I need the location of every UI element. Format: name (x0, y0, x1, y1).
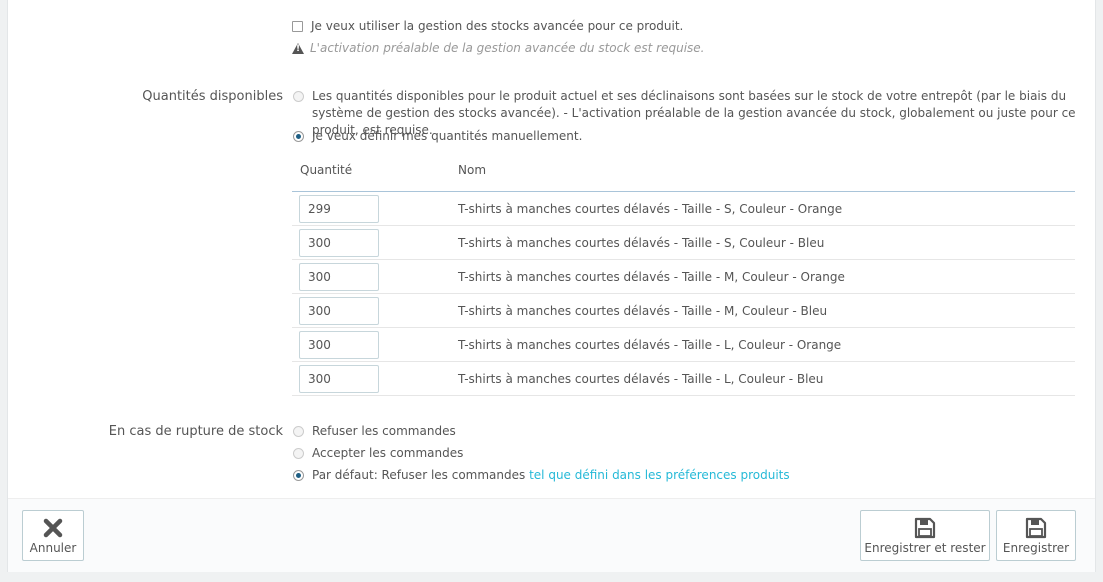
combination-name: T-shirts à manches courtes délavés - Tai… (458, 236, 825, 250)
combination-name: T-shirts à manches courtes délavés - Tai… (458, 202, 843, 216)
radio-refuse-row[interactable]: Refuser les commandes (293, 423, 456, 440)
panel-footer: Annuler Enregistrer et rester Enregistre… (8, 498, 1095, 572)
out-of-stock-label: En cas de rupture de stock (108, 424, 283, 439)
table-row: T-shirts à manches courtes délavés - Tai… (292, 328, 1075, 362)
floppy-disk-icon (914, 517, 936, 539)
cancel-label: Annuler (29, 541, 77, 555)
table-row: T-shirts à manches courtes délavés - Tai… (292, 294, 1075, 328)
col-name: Nom (458, 163, 487, 177)
radio-manual-row[interactable]: Je veux définir mes quantités manuelleme… (293, 128, 582, 145)
radio-accept[interactable] (293, 448, 304, 459)
combination-name: T-shirts à manches courtes délavés - Tai… (458, 304, 828, 318)
save-label: Enregistrer (1002, 541, 1070, 555)
advanced-stock-warning-text: L'activation préalable de la gestion ava… (310, 41, 705, 55)
table-row: T-shirts à manches courtes délavés - Tai… (292, 192, 1075, 226)
col-quantity: Quantité (300, 163, 353, 177)
available-quantities-label: Quantités disponibles (142, 89, 283, 104)
quantity-input[interactable] (299, 365, 379, 393)
radio-warehouse[interactable] (293, 91, 304, 102)
radio-manual[interactable] (293, 131, 304, 142)
radio-refuse[interactable] (293, 426, 304, 437)
radio-default-text: Par défaut: Refuser les commandes tel qu… (312, 467, 790, 484)
save-and-stay-button[interactable]: Enregistrer et rester (860, 510, 990, 561)
product-preferences-link[interactable]: tel que défini dans les préférences prod… (529, 468, 790, 482)
radio-refuse-label: Refuser les commandes (312, 424, 456, 438)
table-row: T-shirts à manches courtes délavés - Tai… (292, 260, 1075, 294)
save-and-stay-label: Enregistrer et rester (864, 541, 986, 555)
advanced-stock-row[interactable]: Je veux utiliser la gestion des stocks a… (292, 19, 683, 33)
floppy-disk-icon (1025, 517, 1047, 539)
product-quantities-panel: Je veux utiliser la gestion des stocks a… (7, 0, 1096, 572)
combination-name: T-shirts à manches courtes délavés - Tai… (458, 338, 842, 352)
radio-default-row[interactable]: Par défaut: Refuser les commandes tel qu… (293, 467, 790, 484)
radio-default-label: Par défaut: Refuser les commandes (312, 468, 526, 482)
advanced-stock-checkbox[interactable] (292, 20, 303, 32)
quantity-input[interactable] (299, 229, 379, 257)
table-row: T-shirts à manches courtes délavés - Tai… (292, 362, 1075, 396)
radio-accept-label: Accepter les commandes (312, 446, 464, 460)
table-row: T-shirts à manches courtes délavés - Tai… (292, 226, 1075, 260)
combination-name: T-shirts à manches courtes délavés - Tai… (458, 270, 845, 284)
advanced-stock-warning: L'activation préalable de la gestion ava… (292, 41, 705, 55)
radio-accept-row[interactable]: Accepter les commandes (293, 445, 463, 462)
combination-name: T-shirts à manches courtes délavés - Tai… (458, 372, 824, 386)
radio-default[interactable] (293, 470, 304, 481)
quantity-input[interactable] (299, 297, 379, 325)
quantity-input[interactable] (299, 195, 379, 223)
radio-manual-label: Je veux définir mes quantités manuelleme… (312, 129, 583, 143)
close-icon (43, 518, 63, 538)
advanced-stock-label: Je veux utiliser la gestion des stocks a… (311, 19, 684, 33)
warning-icon (292, 42, 304, 54)
cancel-button[interactable]: Annuler (22, 510, 84, 561)
quantity-input[interactable] (299, 263, 379, 291)
save-button[interactable]: Enregistrer (996, 510, 1076, 561)
quantity-input[interactable] (299, 331, 379, 359)
